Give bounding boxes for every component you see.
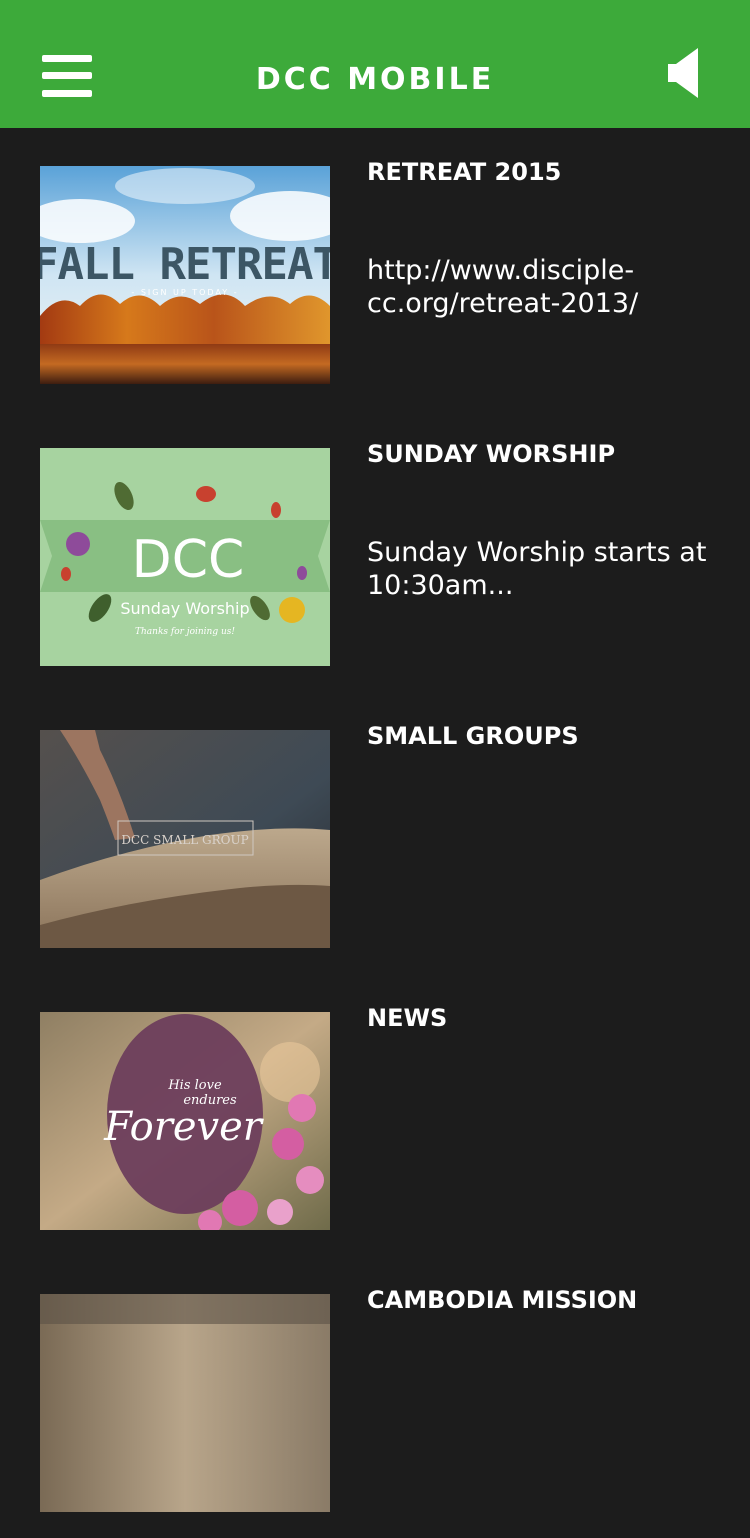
retreat-image-subtitle: - SIGN UP TODAY -: [131, 288, 238, 297]
feed-item-title[interactable]: SUNDAY WORSHIP: [367, 438, 727, 470]
feed-item-description: http://www.disciple-cc.org/retreat-2013/: [367, 255, 639, 319]
worship-image-tagline: Thanks for joining us!: [135, 627, 235, 637]
sunday-worship-thumbnail[interactable]: DCC Sunday Worship Thanks for joining us…: [40, 448, 330, 666]
feed-item-title[interactable]: SMALL GROUPS: [367, 720, 727, 752]
feed-item-title[interactable]: CAMBODIA MISSION: [367, 1284, 727, 1316]
feed-item-title[interactable]: RETREAT 2015: [367, 156, 727, 188]
news-thumbnail[interactable]: His love endures Forever: [40, 1012, 330, 1230]
worship-image-subtitle: Sunday Worship: [120, 599, 249, 618]
feed-item-retreat[interactable]: FALL RETREAT - SIGN UP TODAY - RETREAT 2…: [0, 128, 750, 410]
retreat-image-title: FALL RETREAT: [40, 239, 330, 290]
feed-item-sunday-worship[interactable]: DCC Sunday Worship Thanks for joining us…: [0, 410, 750, 692]
small-groups-thumbnail[interactable]: DCC SMALL GROUP: [40, 730, 330, 948]
speaker-icon[interactable]: [664, 46, 704, 100]
worship-image-title: DCC: [132, 530, 245, 590]
small-group-image-label: DCC SMALL GROUP: [121, 833, 248, 847]
retreat-thumbnail[interactable]: FALL RETREAT - SIGN UP TODAY -: [40, 166, 330, 384]
news-image-script: Forever: [103, 1104, 265, 1150]
feed-item-small-groups[interactable]: DCC SMALL GROUP SMALL GROUPS: [0, 692, 750, 974]
news-image-line1: His love: [167, 1078, 222, 1093]
feed-item-description: Sunday Worship starts at 10:30am...: [367, 537, 707, 601]
feed-item-cambodia-mission[interactable]: CAMBODIA MISSION: [0, 1256, 750, 1538]
app-title: DCC MOBILE: [255, 62, 495, 97]
feed-item-title[interactable]: NEWS: [367, 1002, 727, 1034]
top-app-bar: DCC MOBILE: [0, 0, 750, 128]
feed-item-news[interactable]: His love endures Forever NEWS: [0, 974, 750, 1256]
cambodia-mission-thumbnail[interactable]: [40, 1294, 330, 1512]
